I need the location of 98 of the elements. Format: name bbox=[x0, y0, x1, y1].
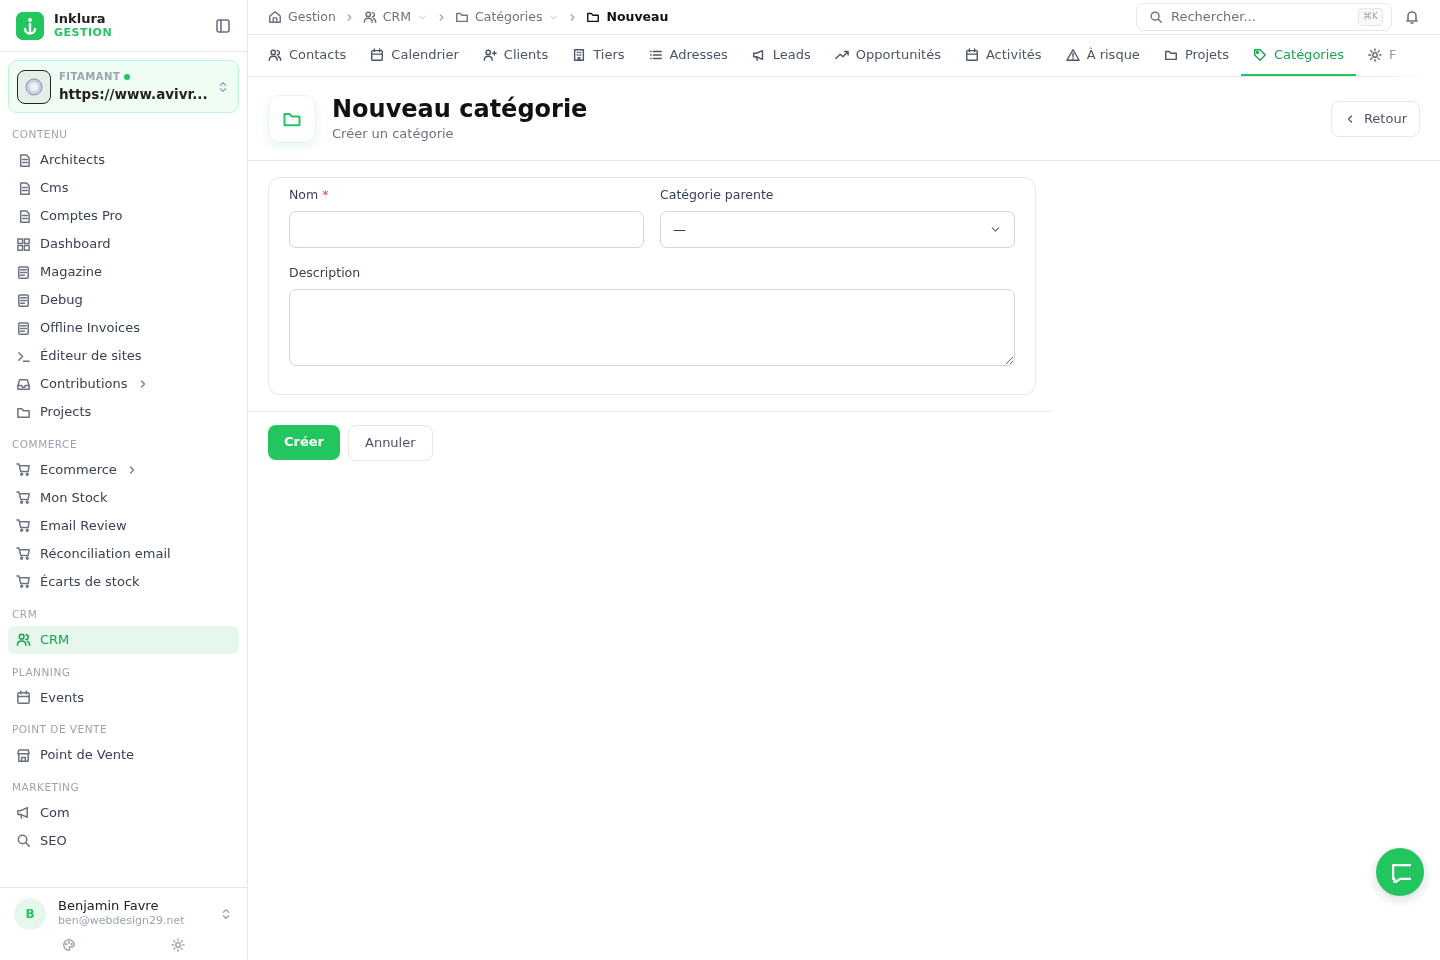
cancel-button[interactable]: Annuler bbox=[348, 424, 433, 461]
tab[interactable]: Opportunités bbox=[822, 35, 953, 76]
sidebar-item[interactable]: Point de Vente bbox=[8, 741, 239, 769]
sidebar-item[interactable]: Email Review bbox=[8, 511, 239, 540]
tab[interactable]: Projets bbox=[1151, 35, 1241, 76]
sidebar-item[interactable]: Éditeur de sites bbox=[8, 342, 239, 370]
sidebar-item[interactable]: Écarts de stock bbox=[8, 567, 239, 596]
parent-select[interactable]: — bbox=[660, 210, 1015, 248]
user-avatar: B bbox=[14, 898, 46, 930]
calendar-icon bbox=[16, 689, 31, 705]
brand-subtitle: GESTION bbox=[54, 26, 114, 39]
shortcut-hint: ⌘K bbox=[1358, 8, 1383, 26]
bell-icon bbox=[1404, 9, 1420, 25]
breadcrumb-item[interactable]: CRM bbox=[362, 7, 429, 27]
users-icon bbox=[268, 47, 282, 62]
sidebar-toggle[interactable] bbox=[215, 17, 231, 34]
sidebar-item[interactable]: Comptes Pro bbox=[8, 202, 239, 230]
tab[interactable]: Leads bbox=[739, 35, 823, 76]
warning-icon bbox=[1065, 47, 1080, 62]
user-plus-icon bbox=[482, 47, 497, 62]
search-icon bbox=[1149, 10, 1163, 24]
palette-icon bbox=[61, 938, 76, 952]
description-field[interactable] bbox=[289, 288, 1015, 366]
sidebar-item[interactable]: Com bbox=[8, 798, 239, 827]
field-label: Description bbox=[289, 263, 362, 282]
breadcrumb-item[interactable]: Catégories bbox=[455, 7, 560, 27]
folder-icon bbox=[455, 10, 470, 24]
section-heading: MARKETING bbox=[11, 780, 81, 795]
tab[interactable]: À risque bbox=[1053, 35, 1152, 76]
sidebar-item[interactable]: Magazine bbox=[8, 258, 239, 286]
chat-icon bbox=[1389, 861, 1411, 883]
calendar-icon bbox=[964, 47, 979, 62]
tab[interactable]: Clients bbox=[470, 35, 561, 76]
sidebar-item[interactable]: Projects bbox=[8, 398, 239, 426]
megaphone-icon bbox=[16, 805, 31, 821]
home-icon bbox=[268, 10, 282, 24]
workspace-url: https://www.avivr... bbox=[59, 85, 208, 104]
theme-button[interactable] bbox=[61, 938, 76, 952]
sidebar-item[interactable]: Réconciliation email bbox=[8, 539, 239, 568]
page-subtitle: Créer un catégorie bbox=[332, 124, 455, 143]
sidebar-item[interactable]: Events bbox=[8, 683, 239, 712]
grid-icon bbox=[16, 236, 31, 252]
notifications-button[interactable] bbox=[1404, 9, 1420, 25]
chat-button[interactable] bbox=[1376, 848, 1424, 896]
globe-icon bbox=[17, 69, 51, 104]
tab[interactable]: Adresses bbox=[636, 35, 740, 76]
tab[interactable]: Calendrier bbox=[358, 35, 471, 76]
breadcrumb-item[interactable]: Nouveau bbox=[586, 7, 669, 27]
cart-icon bbox=[16, 490, 31, 506]
back-button[interactable]: Retour bbox=[1330, 100, 1420, 137]
cart-icon bbox=[16, 518, 31, 534]
megaphone-icon bbox=[751, 47, 766, 62]
cart-icon bbox=[16, 462, 31, 478]
cart-icon bbox=[16, 574, 31, 590]
sidebar-item[interactable]: Offline Invoices bbox=[8, 314, 239, 342]
field-label: Nom * bbox=[289, 186, 330, 204]
tab[interactable]: Contacts bbox=[256, 35, 359, 76]
users-icon bbox=[16, 632, 31, 647]
sidebar-item[interactable]: Contributions bbox=[8, 370, 239, 398]
field-label: Catégorie parente bbox=[660, 186, 775, 204]
section-heading: PLANNING bbox=[11, 664, 72, 680]
search-field[interactable]: Rechercher... ⌘K bbox=[1136, 3, 1392, 31]
sidebar-toggle-icon bbox=[215, 17, 231, 34]
building-icon bbox=[572, 47, 587, 62]
users-icon bbox=[362, 10, 377, 24]
inbox-icon bbox=[16, 376, 31, 392]
newspaper-icon bbox=[16, 264, 31, 280]
user-name: Benjamin Favre bbox=[58, 898, 160, 914]
calendar-icon bbox=[370, 47, 385, 62]
folder-icon bbox=[586, 10, 601, 24]
section-heading: COMMERCE bbox=[11, 437, 79, 452]
sidebar-item[interactable]: Debug bbox=[8, 286, 239, 314]
section-heading: CONTENU bbox=[11, 127, 69, 143]
sidebar-item[interactable]: Cms bbox=[8, 174, 239, 202]
tab[interactable]: Tiers bbox=[560, 35, 637, 76]
sidebar-item[interactable]: Architects bbox=[8, 146, 239, 174]
sidebar-item[interactable]: SEO bbox=[8, 826, 239, 855]
tab[interactable]: Activités bbox=[952, 35, 1054, 76]
brand-name: Inklura bbox=[54, 12, 107, 26]
section-heading: POINT DE VENTE bbox=[11, 722, 109, 738]
newspaper-icon bbox=[16, 320, 31, 336]
logo-icon bbox=[16, 11, 44, 40]
user-email: ben@webdesign29.net bbox=[58, 913, 186, 930]
search-placeholder: Rechercher... bbox=[1171, 8, 1257, 27]
search-icon bbox=[16, 833, 31, 849]
cart-icon bbox=[16, 546, 31, 562]
workspace-switcher[interactable]: FITAMANT https://www.avivr... bbox=[8, 60, 239, 114]
sidebar-item[interactable]: Mon Stock bbox=[8, 483, 239, 512]
name-field[interactable] bbox=[289, 210, 644, 248]
tag-icon bbox=[1253, 47, 1267, 62]
breadcrumb-item[interactable]: Gestion bbox=[268, 7, 336, 27]
workspace-label: FITAMANT bbox=[59, 70, 121, 84]
section-heading: CRM bbox=[11, 606, 39, 622]
page-title: Nouveau catégorie bbox=[332, 93, 589, 124]
sidebar-item[interactable]: Dashboard bbox=[8, 230, 239, 258]
newspaper-icon bbox=[16, 292, 31, 308]
store-icon bbox=[16, 747, 31, 763]
sidebar-item[interactable]: Ecommerce bbox=[8, 455, 239, 484]
